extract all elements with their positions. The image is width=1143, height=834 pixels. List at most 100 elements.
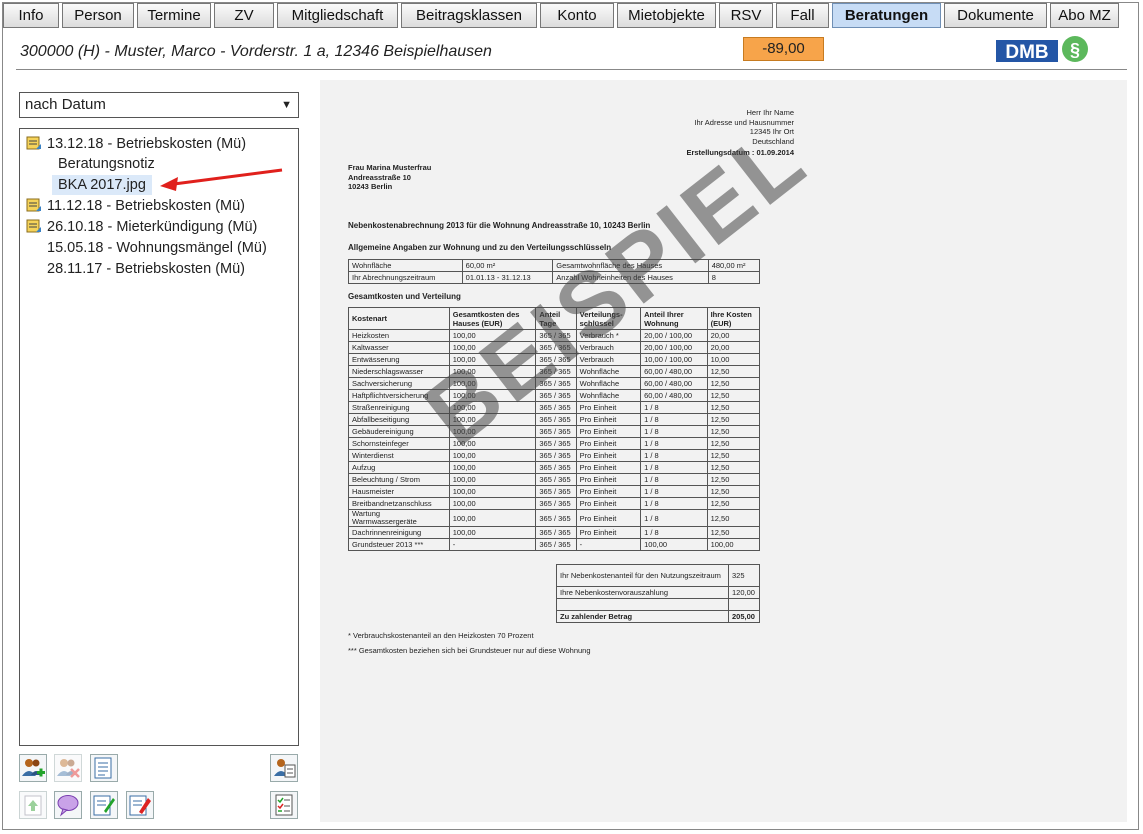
cost-cell: 12,50 — [706, 389, 761, 402]
cost-cell: Pro Einheit — [575, 437, 642, 450]
tab-bar: Info Person Termine ZV Mitgliedschaft Be… — [3, 3, 1119, 28]
cost-cell: 365 / 365 — [535, 401, 577, 414]
person-edit-button[interactable] — [270, 754, 298, 782]
tab-konto[interactable]: Konto — [540, 3, 614, 28]
cost-cell: 12,50 — [706, 461, 761, 474]
cost-row: Beleuchtung / Strom 100,00 365 / 365 Pro Ei… — [348, 473, 761, 486]
pin-button[interactable] — [126, 791, 154, 819]
tree-item-consultation[interactable]: 26.10.18 - Mieterkündigung (Mü) — [26, 217, 257, 237]
cost-cell: 1 / 8 — [640, 509, 708, 527]
cost-cell: Hausmeister — [348, 485, 450, 498]
sort-select[interactable]: nach Datum ▼ — [19, 92, 299, 118]
tab-mietobjekte[interactable]: Mietobjekte — [617, 3, 716, 28]
cost-cell: Heizkosten — [348, 329, 450, 342]
cost-cell: Pro Einheit — [575, 509, 642, 527]
cost-cell: Pro Einheit — [575, 449, 642, 462]
cost-row: Heizkosten 100,00 365 / 365 Verbrauch * 20,0… — [348, 329, 761, 342]
tab-dokumente[interactable]: Dokumente — [944, 3, 1047, 28]
cost-row: Gebäudereinigung 100,00 365 / 365 Pro Einhe… — [348, 425, 761, 438]
cost-cell: 365 / 365 — [535, 449, 577, 462]
cost-cell: Grundsteuer 2013 *** — [348, 538, 450, 551]
section-general: Allgemeine Angaben zur Wohnung und zu de… — [348, 243, 612, 252]
tab-rsv[interactable]: RSV — [719, 3, 773, 28]
cost-table: Kostenart Gesamtkosten des Hauses (EUR) … — [348, 307, 761, 551]
add-person-icon — [22, 759, 45, 777]
cost-cell: Entwässerung — [348, 353, 450, 366]
tab-abo-mz[interactable]: Abo MZ — [1050, 3, 1119, 28]
cost-cell: 1 / 8 — [640, 437, 708, 450]
cost-cell: 365 / 365 — [535, 461, 577, 474]
cost-cell: Aufzug — [348, 461, 450, 474]
checklist-icon — [275, 794, 293, 816]
cost-cell: 100,00 — [448, 437, 537, 450]
cost-cell: 20,00 / 100,00 — [640, 341, 708, 354]
cost-cell: 365 / 365 — [535, 538, 577, 551]
cost-cell: 12,50 — [706, 509, 761, 527]
tab-termine[interactable]: Termine — [137, 3, 211, 28]
remove-person-button[interactable] — [54, 754, 82, 782]
list-button[interactable] — [90, 754, 118, 782]
upload-button[interactable] — [19, 791, 47, 819]
svg-text:§: § — [1070, 40, 1080, 60]
creation-date: Erstellungsdatum : 01.09.2014 — [686, 148, 794, 157]
cost-cell: 20,00 — [706, 329, 761, 342]
tree-item-consultation[interactable]: 15.05.18 - Wohnungsmängel (Mü) — [47, 238, 267, 258]
cost-cell: 10,00 — [706, 353, 761, 366]
cost-cell: 100,00 — [448, 389, 537, 402]
add-person-button[interactable] — [19, 754, 47, 782]
cost-cell: Sachversicherung — [348, 377, 450, 390]
checklist-button[interactable] — [270, 791, 298, 819]
tab-fall[interactable]: Fall — [776, 3, 829, 28]
cost-cell: 365 / 365 — [535, 377, 577, 390]
tree-item-consultation[interactable]: 13.12.18 - Betriebskosten (Mü) — [26, 134, 246, 154]
cost-cell: 100,00 — [448, 461, 537, 474]
cost-cell: 12,50 — [706, 401, 761, 414]
consultation-tree: 13.12.18 - Betriebskosten (Mü) Beratungs… — [19, 128, 299, 746]
remove-person-icon — [57, 759, 80, 778]
tree-item-consultation[interactable]: 11.12.18 - Betriebskosten (Mü) — [26, 196, 245, 216]
tab-info[interactable]: Info — [3, 3, 59, 28]
balance-badge: -89,00 — [743, 37, 824, 61]
cost-cell: - — [448, 538, 537, 551]
cost-row: Hausmeister 100,00 365 / 365 Pro Einheit 1 /… — [348, 485, 761, 498]
tab-person[interactable]: Person — [62, 3, 134, 28]
cost-cell: Pro Einheit — [575, 497, 642, 510]
cost-cell: 12,50 — [706, 449, 761, 462]
tree-item-note[interactable]: Beratungsnotiz — [58, 154, 155, 174]
cost-cell: 12,50 — [706, 497, 761, 510]
tree-item-consultation[interactable]: 28.11.17 - Betriebskosten (Mü) — [47, 259, 245, 279]
tree-item-attachment[interactable]: BKA 2017.jpg — [52, 175, 152, 195]
cost-cell: 1 / 8 — [640, 473, 708, 486]
cost-cell: 12,50 — [706, 425, 761, 438]
cost-cell: Abfallbeseitigung — [348, 413, 450, 426]
cost-cell: Niederschlagswasser — [348, 365, 450, 378]
tab-zv[interactable]: ZV — [214, 3, 274, 28]
cost-cell: 100,00 — [448, 425, 537, 438]
cost-cell: 1 / 8 — [640, 413, 708, 426]
cost-cell: Pro Einheit — [575, 473, 642, 486]
cost-cell: Pro Einheit — [575, 401, 642, 414]
cost-cell: 1 / 8 — [640, 497, 708, 510]
cost-cell: 100,00 — [640, 538, 708, 551]
cost-cell: Wohnfläche — [575, 389, 642, 402]
cost-cell: Wohnfläche — [575, 377, 642, 390]
cost-cell: 100,00 — [448, 497, 537, 510]
cost-cell: 20,00 / 100,00 — [640, 329, 708, 342]
document-preview: Herr Ihr Name Ihr Adresse und Hausnummer… — [320, 80, 1127, 822]
cost-cell: 12,50 — [706, 413, 761, 426]
logo-text: DMB — [1005, 42, 1048, 63]
cost-cell: 60,00 / 480,00 — [640, 365, 708, 378]
cost-cell: 100,00 — [448, 329, 537, 342]
cost-cell: Kaltwasser — [348, 341, 450, 354]
comment-button[interactable] — [54, 791, 82, 819]
general-table: Wohnfläche 60,00 m² Gesamtwohnfläche des… — [348, 259, 761, 284]
tab-beitragsklassen[interactable]: Beitragsklassen — [401, 3, 537, 28]
cost-cell: Beleuchtung / Strom — [348, 473, 450, 486]
tab-beratungen[interactable]: Beratungen — [832, 3, 941, 28]
cost-row: Aufzug 100,00 365 / 365 Pro Einheit 1 / 8 12,… — [348, 461, 761, 474]
cost-cell: 1 / 8 — [640, 461, 708, 474]
edit-document-button[interactable] — [90, 791, 118, 819]
tab-mitgliedschaft[interactable]: Mitgliedschaft — [277, 3, 398, 28]
cost-cell: 365 / 365 — [535, 365, 577, 378]
cost-cell: 12,50 — [706, 365, 761, 378]
